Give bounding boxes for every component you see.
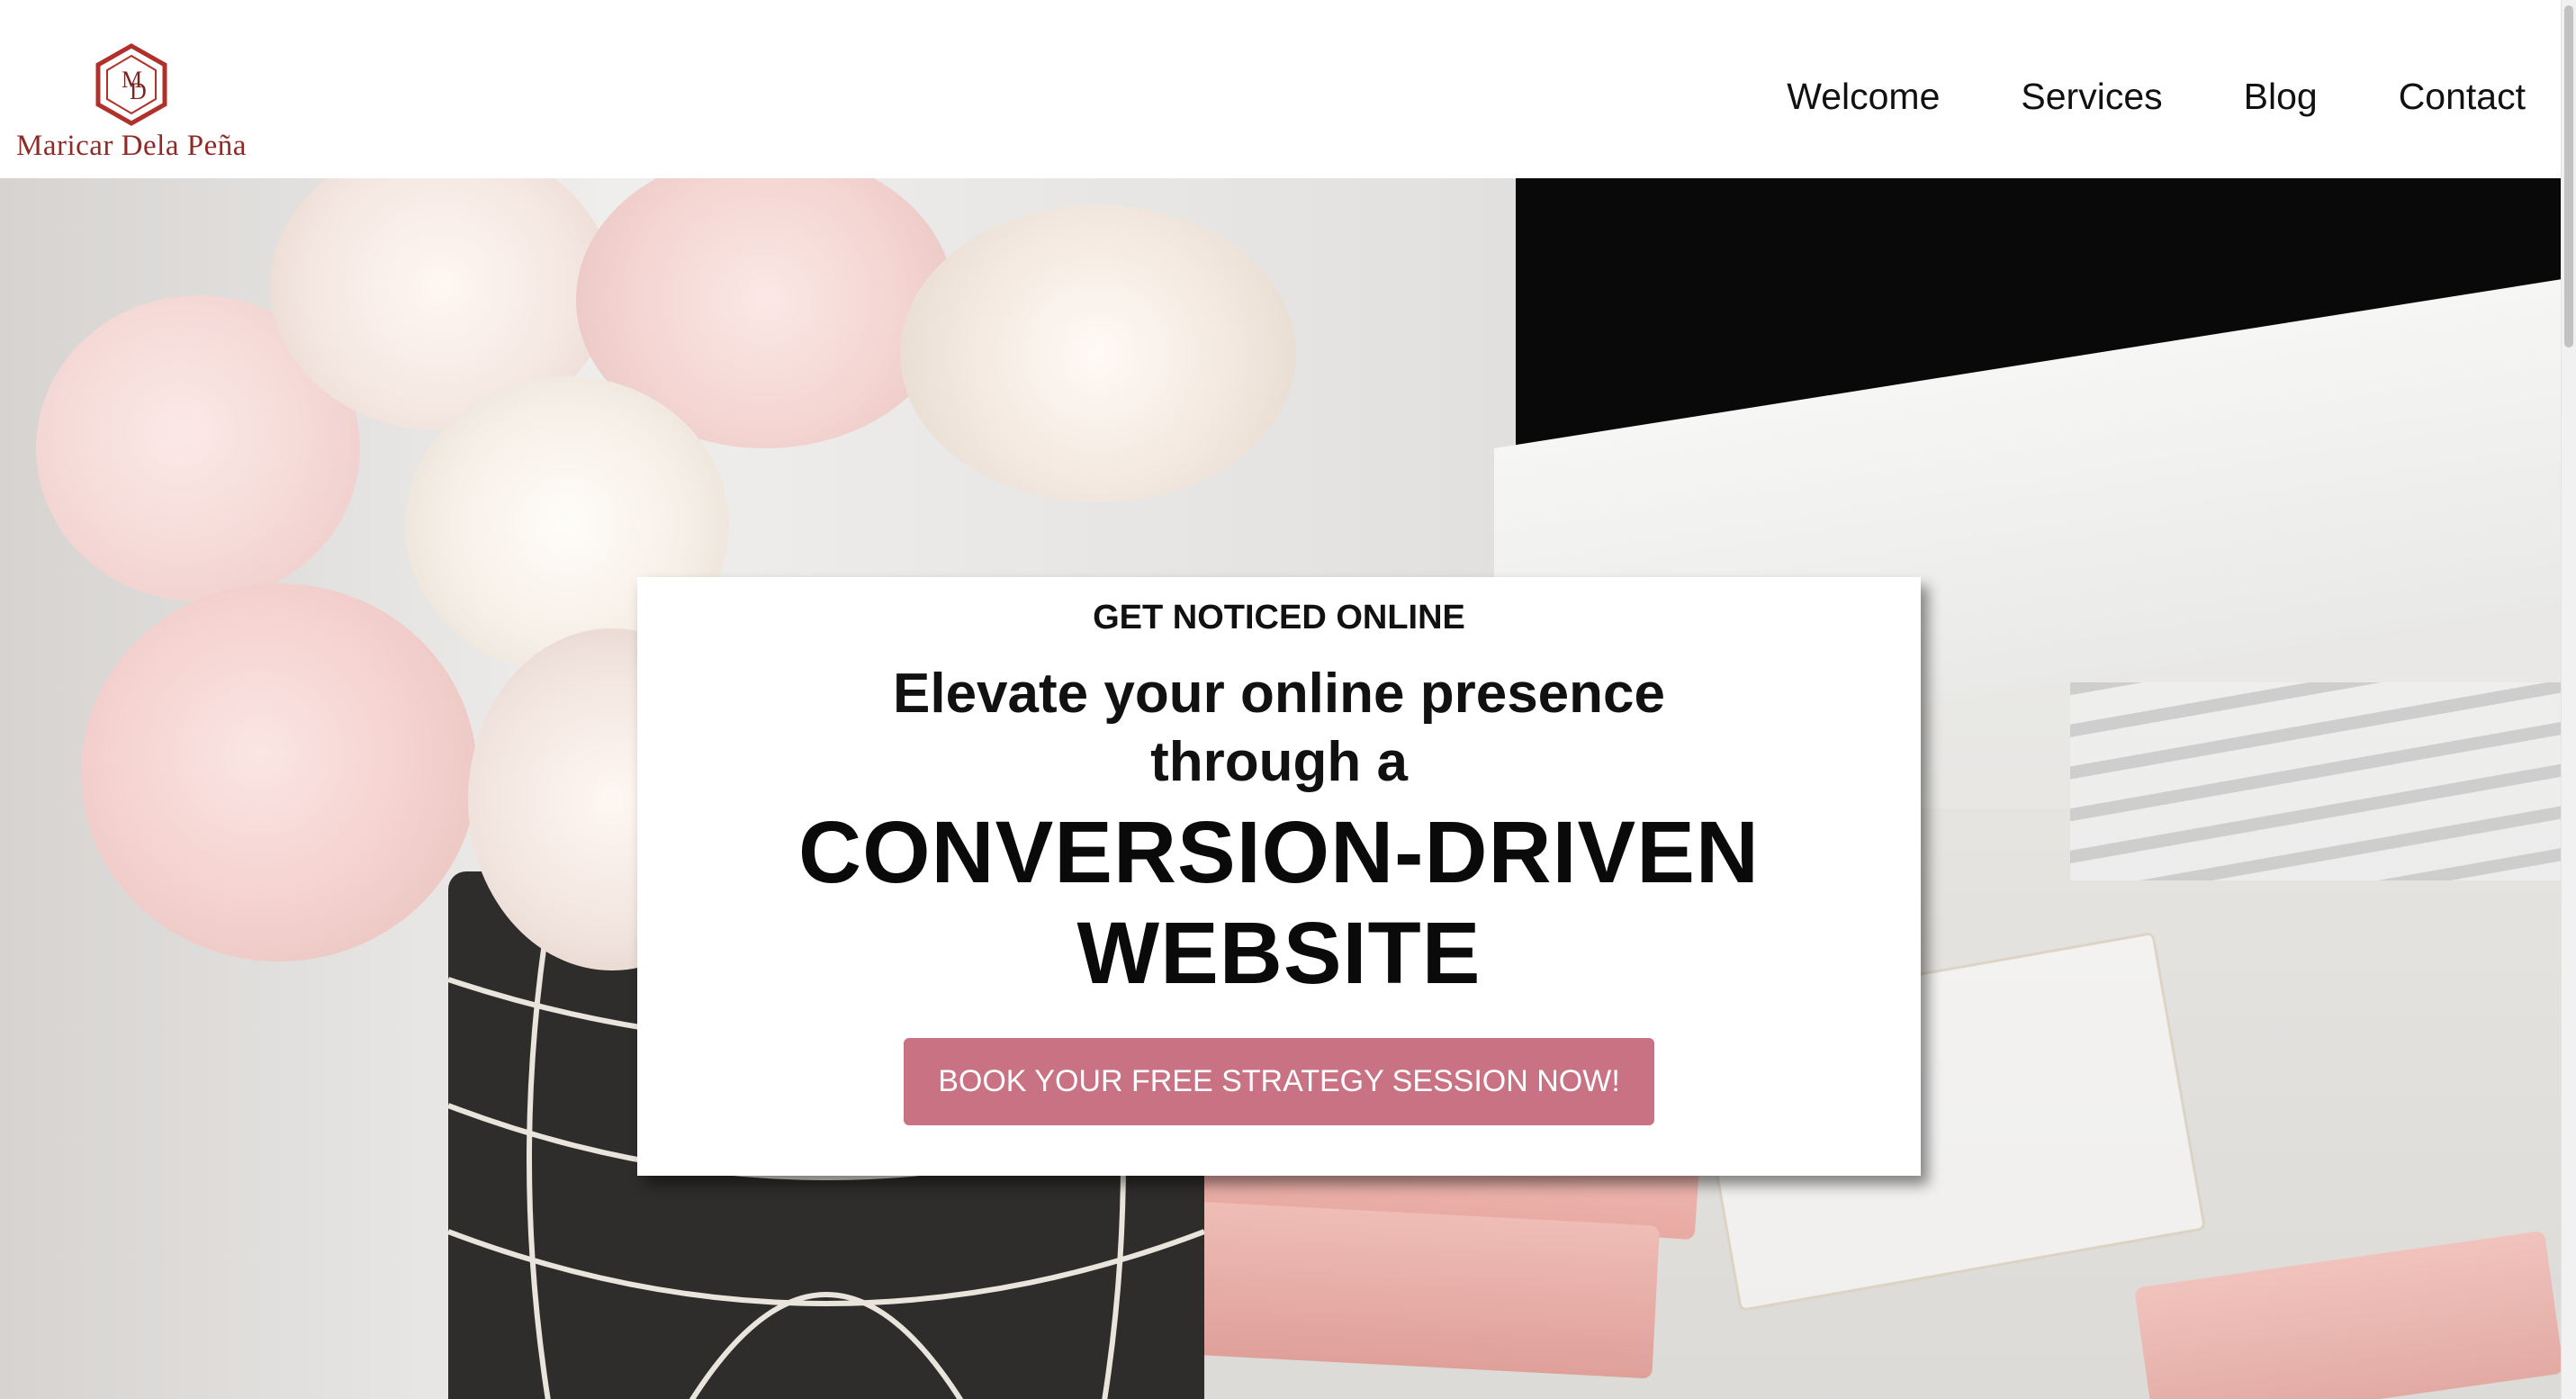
logo-monogram-icon: M D <box>94 43 169 126</box>
hero-card: GET NOTICED ONLINE Elevate your online p… <box>637 577 1921 1176</box>
nav-contact[interactable]: Contact <box>2399 76 2526 118</box>
hero-highlight-line: WEBSITE <box>1076 904 1482 1002</box>
nav-services[interactable]: Services <box>2021 76 2162 118</box>
hero-section: GET NOTICED ONLINE Elevate your online p… <box>0 178 2562 1399</box>
svg-text:D: D <box>130 78 147 104</box>
site-header: M D Maricar Dela Peña Welcome Services B… <box>0 0 2562 178</box>
pink-box <box>1184 1201 1661 1379</box>
book-strategy-session-button[interactable]: BOOK YOUR FREE STRATEGY SESSION NOW! <box>904 1038 1654 1125</box>
hero-headline: Elevate your online presence through a <box>637 660 1921 797</box>
brand-logo[interactable]: M D Maricar Dela Peña <box>16 43 250 169</box>
hero-eyebrow: GET NOTICED ONLINE <box>1093 599 1465 636</box>
hero-headline-line: through a <box>1150 731 1408 793</box>
nav-welcome[interactable]: Welcome <box>1787 76 1940 118</box>
hero-highlight-line: CONVERSION-DRIVEN <box>798 803 1760 901</box>
page-scrollbar[interactable] <box>2561 0 2576 1399</box>
main-nav: Welcome Services Blog Contact <box>1787 76 2526 118</box>
hero-headline-line: Elevate your online presence <box>892 663 1665 725</box>
rose-flower <box>900 205 1296 502</box>
hero-highlight: CONVERSION-DRIVEN WEBSITE <box>637 802 1921 1004</box>
nav-blog[interactable]: Blog <box>2244 76 2318 118</box>
scrollbar-thumb[interactable] <box>2564 5 2573 347</box>
keyboard-stripes <box>2070 682 2562 880</box>
rose-flower <box>81 583 477 961</box>
brand-name: Maricar Dela Peña <box>16 130 247 162</box>
